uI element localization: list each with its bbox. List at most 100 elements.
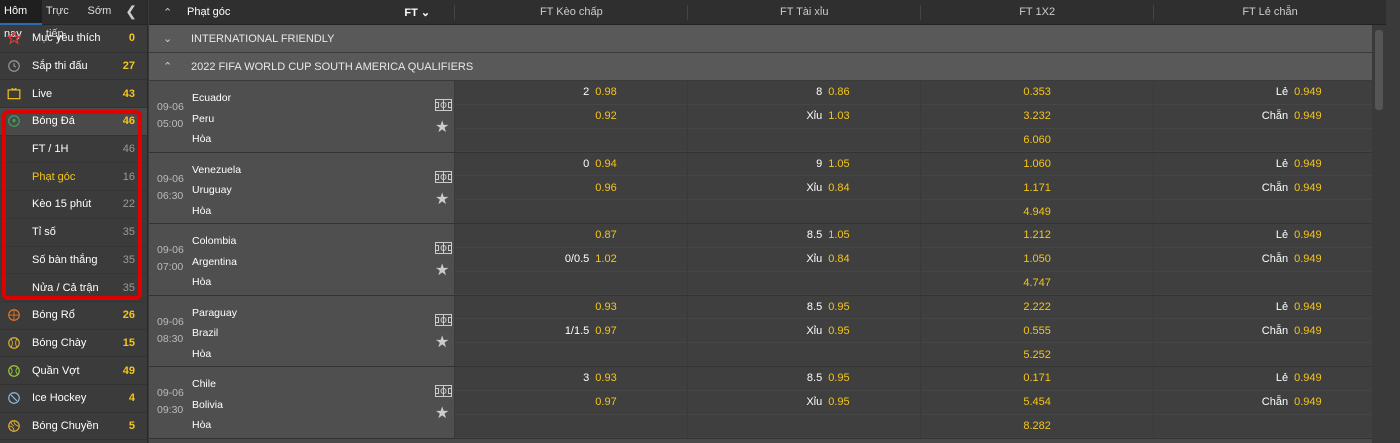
odds-cell[interactable] [688, 128, 921, 152]
odds-cell[interactable]: Xỉu 1.03 [688, 104, 921, 129]
sidebar-subitem-label: Số bàn thắng [32, 253, 98, 266]
odds-cell[interactable] [688, 271, 921, 295]
sidebar-subitem[interactable]: Phạt góc 16 [0, 163, 147, 192]
team-away: Argentina [192, 255, 237, 268]
odds-cell[interactable] [1154, 200, 1387, 223]
odds-cell[interactable] [688, 200, 921, 223]
favorite-star-icon[interactable]: ★ [435, 260, 449, 280]
odds-cell[interactable]: 3 0.93 [455, 367, 688, 391]
sidebar-subitem[interactable]: Số bàn thắng 35 [0, 246, 147, 275]
chevron-up-icon[interactable]: ⌃ [163, 6, 187, 19]
sidebar-item[interactable]: Sắp thi đấu 27 [0, 53, 147, 81]
odds-cell[interactable] [455, 414, 688, 438]
sidebar-item[interactable]: Bóng Chuyền 5 [0, 413, 147, 441]
odds-cell[interactable]: 2.222 [921, 295, 1154, 320]
favorite-star-icon[interactable]: ★ [435, 332, 449, 352]
favorite-star-icon[interactable]: ★ [435, 403, 449, 423]
odds-cell[interactable]: Lẻ 0.949 [1154, 81, 1387, 105]
odds-cell[interactable]: 2 0.98 [455, 81, 688, 105]
sidebar-item[interactable]: Ice Hockey 4 [0, 385, 147, 413]
odds-cell[interactable]: Xỉu 0.95 [688, 390, 921, 415]
stats-icon[interactable] [435, 385, 452, 397]
sidebar-item[interactable]: Mục yêu thích 0 [0, 25, 147, 53]
odds-cell[interactable]: 5.252 [921, 343, 1154, 366]
scrollbar[interactable] [1372, 25, 1386, 443]
odds-cell[interactable] [1154, 414, 1387, 438]
sidebar-list: Mục yêu thích 0 Sắp thi đấu 27 Live 43 Bóng Đá… [0, 25, 147, 441]
odds-cell[interactable] [1154, 271, 1387, 295]
odds-cell[interactable]: 1.050 [921, 247, 1154, 272]
tab-today[interactable]: Hôm nay [0, 0, 42, 40]
odds-cell[interactable] [455, 200, 688, 223]
odds-cell[interactable]: 8.5 0.95 [688, 367, 921, 391]
sidebar-item[interactable]: Bóng Rổ 26 [0, 302, 147, 330]
odds-cell[interactable] [688, 343, 921, 366]
odds-cell[interactable] [1154, 343, 1387, 366]
odds-cell[interactable]: Lẻ 0.949 [1154, 367, 1387, 391]
odds-cell[interactable]: 1.171 [921, 176, 1154, 201]
odds-cell[interactable]: 0.92 [455, 104, 688, 129]
odds-cell[interactable]: 0.171 [921, 367, 1154, 391]
sidebar-subitem[interactable]: Kèo 15 phút 22 [0, 191, 147, 219]
collapse-sidebar-icon[interactable]: ❮ [115, 0, 147, 25]
sidebar-item[interactable]: Quần Vợt 49 [0, 357, 147, 385]
tab-early[interactable]: Sớm [84, 0, 116, 25]
league-row[interactable]: ⌄ INTERNATIONAL FRIENDLY [149, 25, 1386, 53]
odds-cell[interactable]: Chẵn 0.949 [1154, 319, 1387, 344]
favorite-star-icon[interactable]: ★ [435, 189, 449, 209]
odds-cell[interactable]: Lẻ 0.949 [1154, 152, 1387, 177]
odds-cell[interactable]: 9 1.05 [688, 152, 921, 177]
odds-cell[interactable]: 1.060 [921, 152, 1154, 177]
odds-cell[interactable]: 4.747 [921, 271, 1154, 295]
odds-cell[interactable]: 0.93 [455, 295, 688, 320]
sidebar-item[interactable]: Bóng Chày 15 [0, 330, 147, 358]
odds-cell[interactable]: Chẵn 0.949 [1154, 104, 1387, 129]
odds-cell[interactable] [455, 271, 688, 295]
league-row[interactable]: ⌃ 2022 FIFA WORLD CUP SOUTH AMERICA QUAL… [149, 53, 1386, 81]
odds-cell[interactable]: 0 0.94 [455, 152, 688, 177]
odds-cell[interactable]: Chẵn 0.949 [1154, 247, 1387, 272]
odds-cell[interactable]: Xỉu 0.84 [688, 176, 921, 201]
stats-icon[interactable] [435, 242, 452, 254]
stats-icon[interactable] [435, 99, 452, 111]
odds-cell[interactable]: 6.060 [921, 128, 1154, 152]
sidebar-item[interactable]: Bóng Đá 46 [0, 108, 147, 136]
odds-cell[interactable]: 0.353 [921, 81, 1154, 105]
odds-cell[interactable]: Xỉu 0.95 [688, 319, 921, 344]
odds-cell[interactable]: Chẵn 0.949 [1154, 176, 1387, 201]
tab-live[interactable]: Trực tiếp [42, 0, 84, 40]
odds-cell[interactable]: 8.282 [921, 414, 1154, 438]
odds-cell[interactable] [1154, 128, 1387, 152]
period-select[interactable]: FT ⌄ [404, 6, 454, 19]
stats-icon[interactable] [435, 313, 452, 326]
favorite-star-icon[interactable]: ★ [435, 117, 449, 137]
odds-value: 0.949 [1294, 253, 1322, 266]
odds-cell[interactable]: Lẻ 0.949 [1154, 224, 1387, 248]
odds-cell[interactable]: 3.232 [921, 104, 1154, 129]
odds-cell[interactable]: 8.5 1.05 [688, 224, 921, 248]
sidebar-subitem[interactable]: Tỉ số 35 [0, 218, 147, 247]
odds-cell[interactable] [455, 128, 688, 152]
sidebar-item-count: 4 [128, 392, 135, 405]
odds-cell[interactable]: 8 0.86 [688, 81, 921, 105]
odds-cell[interactable]: 0/0.5 1.02 [455, 247, 688, 272]
odds-cell[interactable]: Chẵn 0.949 [1154, 390, 1387, 415]
odds-cell[interactable]: 0.87 [455, 224, 688, 248]
scrollbar-thumb[interactable] [1375, 30, 1383, 110]
odds-cell[interactable]: Lẻ 0.949 [1154, 295, 1387, 320]
sidebar-item[interactable]: Live 43 [0, 80, 147, 109]
sidebar-subitem[interactable]: Nửa / Cả trận 35 [0, 274, 147, 302]
odds-cell[interactable]: 0.96 [455, 176, 688, 201]
odds-cell[interactable]: Xỉu 0.84 [688, 247, 921, 272]
stats-icon[interactable] [435, 170, 452, 183]
odds-cell[interactable]: 1/1.5 0.97 [455, 319, 688, 344]
odds-cell[interactable]: 0.97 [455, 390, 688, 415]
odds-cell[interactable]: 4.949 [921, 200, 1154, 223]
odds-cell[interactable]: 5.454 [921, 390, 1154, 415]
odds-cell[interactable] [455, 343, 688, 366]
odds-cell[interactable] [688, 414, 921, 438]
odds-cell[interactable]: 0.555 [921, 319, 1154, 344]
odds-cell[interactable]: 1.212 [921, 224, 1154, 248]
sidebar-subitem[interactable]: FT / 1H 46 [0, 135, 147, 164]
odds-cell[interactable]: 8.5 0.95 [688, 295, 921, 320]
